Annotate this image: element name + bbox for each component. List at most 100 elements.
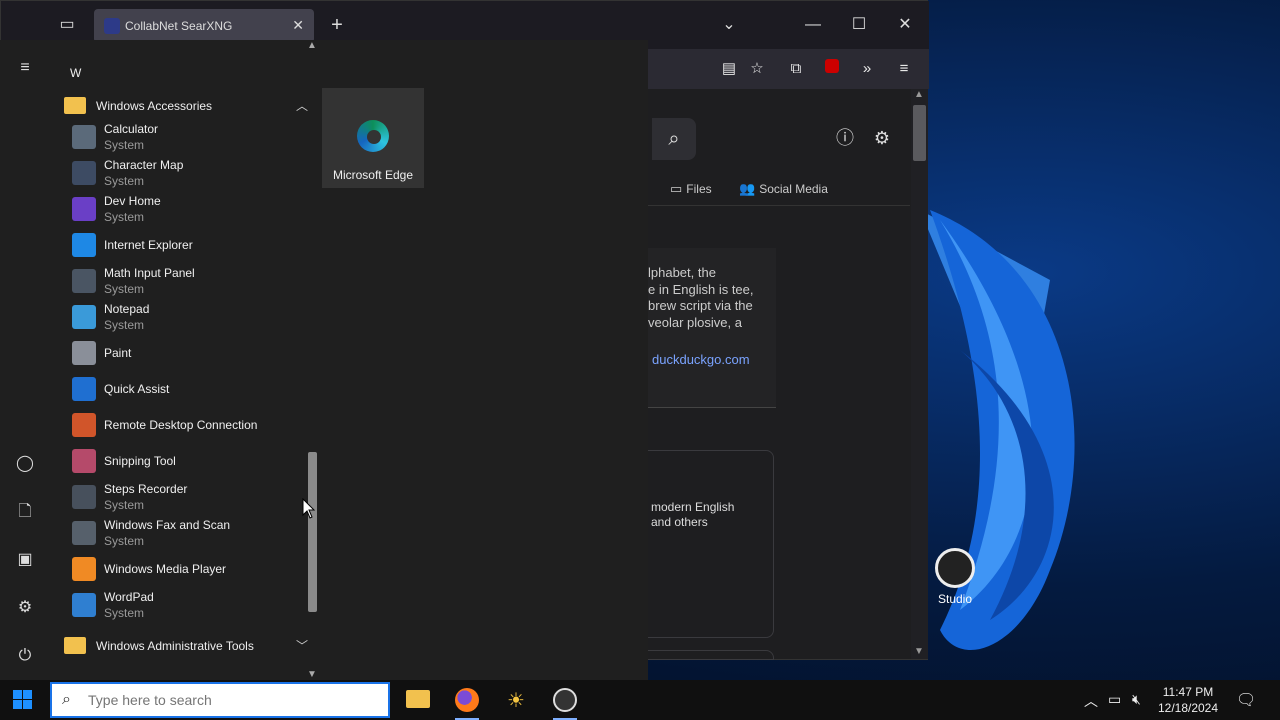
notepad-icon: [72, 305, 96, 329]
app-group-letter[interactable]: W: [70, 66, 81, 80]
obs-button[interactable]: [545, 684, 585, 720]
hamburger-menu-icon[interactable]: ≡: [13, 56, 37, 80]
tab-close-icon[interactable]: ✕: [292, 17, 304, 34]
scroll-down-icon[interactable]: ▼: [914, 646, 924, 657]
desktop-icon-label: Studio: [937, 592, 973, 606]
reader-view-icon[interactable]: ▤: [717, 57, 741, 81]
desktop-icon-obs[interactable]: Studio: [920, 548, 990, 606]
scroll-down-icon[interactable]: ▼: [307, 669, 317, 680]
scroll-thumb[interactable]: [308, 452, 317, 612]
app-list-scrollbar[interactable]: ▲ ▼: [305, 40, 320, 680]
search-icon: ⌕: [62, 691, 71, 708]
people-icon: 👥: [739, 181, 756, 196]
tab-overview-icon[interactable]: ▭: [55, 13, 79, 37]
tab-searxng[interactable]: CollabNet SearXNG ✕: [94, 9, 314, 43]
app-name: Steps Recorder: [104, 482, 188, 496]
files-icon: ▭: [670, 181, 683, 196]
documents-icon[interactable]: 🗋: [13, 500, 37, 524]
extensions-icon[interactable]: ⧉: [784, 57, 808, 81]
pictures-icon[interactable]: ▣: [13, 548, 37, 572]
card-text-1: modern English: [651, 500, 735, 514]
app-dev-home[interactable]: Dev Home System: [70, 191, 310, 227]
steps-recorder-icon: [72, 485, 96, 509]
file-explorer-button[interactable]: [398, 684, 438, 720]
taskbar-search-box[interactable]: ⌕: [50, 682, 390, 718]
info-icon[interactable]: ⓘ: [834, 127, 856, 149]
app-steps-recorder[interactable]: Steps Recorder System: [70, 479, 310, 515]
category-social-media[interactable]: 👥 Social Media: [739, 181, 828, 197]
firefox-button[interactable]: [447, 684, 487, 720]
app-paint[interactable]: Paint: [70, 335, 310, 371]
minimize-icon[interactable]: —: [801, 13, 825, 37]
folder-windows-administrative-tools[interactable]: Windows Administrative Tools ﹀: [64, 631, 314, 663]
weather-app-button[interactable]: ☀: [496, 684, 536, 720]
app-character-map[interactable]: Character Map System: [70, 155, 310, 191]
infobox-link[interactable]: duckduckgo.com: [652, 352, 750, 367]
app-category: System: [104, 534, 145, 548]
taskbar: ⌕ ☀ ︿ ▭ 🔇︎ 11:47 PM 12/18/2024 🗨: [0, 680, 1280, 720]
new-tab-icon[interactable]: +: [325, 13, 349, 37]
infobox-text-4: veolar plosive, a: [648, 315, 742, 330]
app-calculator[interactable]: Calculator System: [70, 119, 310, 155]
wordpad-icon: [72, 593, 96, 617]
scroll-up-icon[interactable]: ▲: [914, 89, 924, 100]
app-category: System: [104, 210, 145, 224]
search-submit-button[interactable]: ⌕: [652, 118, 696, 160]
folder-icon: [64, 97, 86, 114]
show-hidden-icons-icon[interactable]: ︿: [1084, 691, 1098, 711]
firefox-icon: [455, 688, 479, 712]
app-windows-media-player[interactable]: Windows Media Player: [70, 551, 310, 587]
category-files[interactable]: ▭ Files: [670, 181, 712, 197]
ublock-icon[interactable]: [820, 57, 844, 81]
network-icon[interactable]: ▭: [1108, 691, 1121, 708]
app-category: System: [104, 606, 145, 620]
taskbar-search-input[interactable]: [88, 690, 378, 710]
remote-desktop-icon: [72, 413, 96, 437]
app-quick-assist[interactable]: Quick Assist: [70, 371, 310, 407]
taskbar-clock[interactable]: 11:47 PM 12/18/2024: [1150, 684, 1226, 716]
character-map-icon: [72, 161, 96, 185]
internet-explorer-icon: [72, 233, 96, 257]
searxng-favicon: [104, 18, 120, 34]
dev-home-icon: [72, 197, 96, 221]
menu-icon[interactable]: ≡: [892, 57, 916, 81]
volume-muted-icon[interactable]: 🔇︎: [1132, 691, 1141, 708]
app-math-input-panel[interactable]: Math Input Panel System: [70, 263, 310, 299]
app-name: Paint: [104, 346, 132, 360]
settings-icon[interactable]: ⚙: [13, 596, 37, 620]
card-text-2: and others: [651, 515, 708, 529]
overflow-chevrons-icon[interactable]: »: [855, 57, 879, 81]
app-windows-fax-and-scan[interactable]: Windows Fax and Scan System: [70, 515, 310, 551]
result-card: [640, 650, 774, 660]
close-window-icon[interactable]: ✕: [893, 13, 917, 37]
app-name: Quick Assist: [104, 382, 170, 396]
folder-label: Windows Administrative Tools: [96, 639, 254, 653]
app-remote-desktop-connection[interactable]: Remote Desktop Connection: [70, 407, 310, 443]
page-scrollbar[interactable]: ▲ ▼: [911, 89, 928, 659]
app-internet-explorer[interactable]: Internet Explorer: [70, 227, 310, 263]
app-category: System: [104, 318, 145, 332]
app-category: System: [104, 174, 145, 188]
list-tabs-icon[interactable]: ⌄: [717, 13, 741, 37]
tile-microsoft-edge[interactable]: Microsoft Edge: [322, 88, 424, 188]
app-name: Internet Explorer: [104, 238, 193, 252]
windows-start-button[interactable]: [0, 680, 48, 720]
app-notepad[interactable]: Notepad System: [70, 299, 310, 335]
calculator-icon: [72, 125, 96, 149]
obs-icon: [935, 548, 975, 588]
notifications-icon[interactable]: 🗨: [1236, 690, 1256, 710]
power-icon[interactable]: ⏻: [13, 644, 37, 668]
tab-title: CollabNet SearXNG: [125, 19, 233, 33]
bookmark-star-icon[interactable]: ☆: [745, 57, 769, 81]
scroll-thumb[interactable]: [913, 105, 926, 161]
maximize-icon[interactable]: ☐: [847, 13, 871, 37]
scroll-up-icon[interactable]: ▲: [307, 40, 317, 51]
app-snipping-tool[interactable]: Snipping Tool: [70, 443, 310, 479]
settings-gear-icon[interactable]: ⚙: [871, 127, 893, 149]
app-list[interactable]: W Windows Accessories ︿ Calculator System…: [50, 40, 320, 680]
user-account-icon[interactable]: ◯: [13, 452, 37, 476]
fax-scan-icon: [72, 521, 96, 545]
app-name: Dev Home: [104, 194, 161, 208]
math-input-icon: [72, 269, 96, 293]
app-wordpad[interactable]: WordPad System: [70, 587, 310, 623]
